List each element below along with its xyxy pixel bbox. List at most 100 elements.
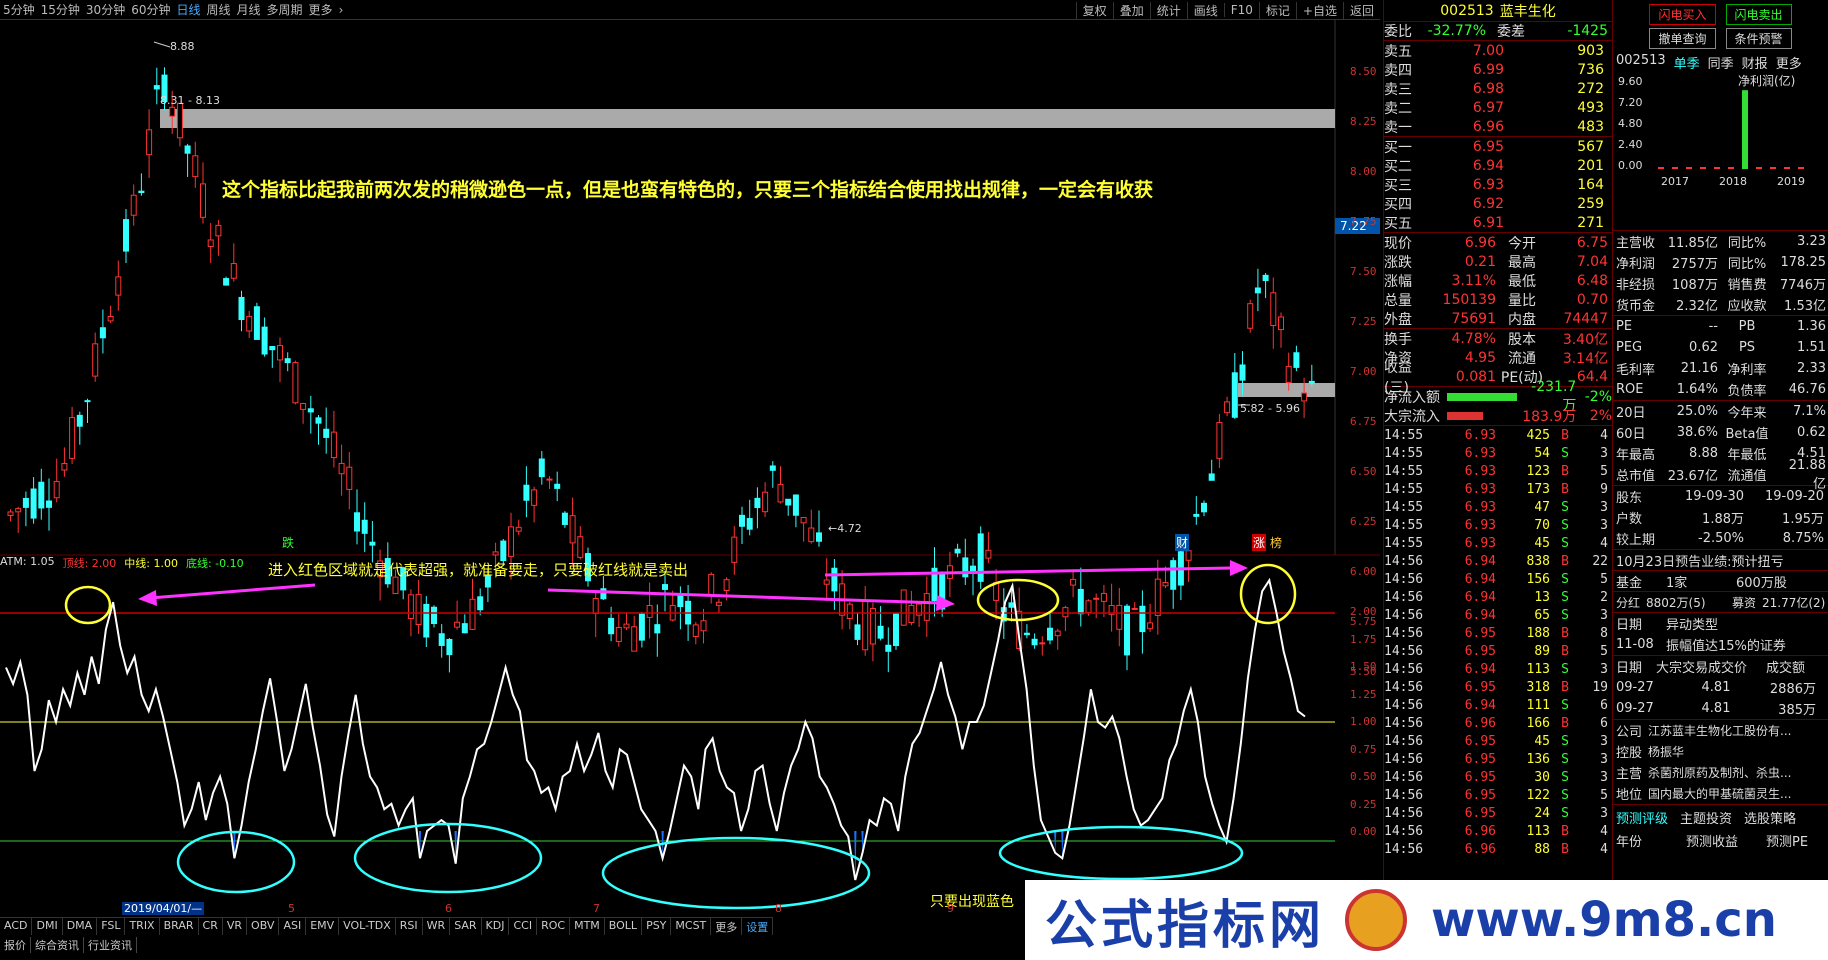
book-row[interactable]: 卖三 6.98 272 [1384, 79, 1612, 98]
month-6: 6 [445, 902, 452, 915]
candle-body [361, 519, 368, 534]
book-row[interactable]: 买三 6.93 164 [1384, 175, 1612, 194]
candle-body [715, 601, 722, 606]
indicator-tab[interactable]: RSI [396, 918, 423, 935]
book-row[interactable]: 买二 6.94 201 [1384, 156, 1612, 175]
candle-body [354, 512, 360, 532]
indicator-tab[interactable]: CR [199, 918, 223, 935]
fin-tab-report[interactable]: 财报 [1742, 53, 1768, 72]
tick-vol: 30 [1534, 769, 1550, 785]
tick-time: 14:55 [1384, 517, 1424, 533]
candle-body [1224, 401, 1231, 414]
tab-forecast[interactable]: 预测评级 [1616, 808, 1668, 827]
flash-buy-button[interactable]: 闪电买入 [1649, 4, 1716, 25]
indicator-tab[interactable]: DMA [63, 918, 98, 935]
overlay-button[interactable]: 叠加 [1112, 1, 1150, 19]
tick-list[interactable]: 14:55 6.93 425 B 4 14:55 6.93 54 S 3 14:55 6.93 123 B… [1384, 426, 1612, 858]
indicator-tab[interactable]: EMV [306, 918, 340, 935]
mark-button[interactable]: 标记 [1258, 1, 1296, 19]
candle-body [654, 624, 661, 634]
kline-chart[interactable] [0, 20, 1380, 920]
indicator-tab[interactable]: ROC [537, 918, 571, 935]
tf-60m[interactable]: 60分钟 [128, 1, 173, 18]
candle-body [30, 488, 37, 519]
tick-time: 14:56 [1384, 625, 1424, 641]
indicator-tab[interactable]: BRAR [160, 918, 199, 935]
stat-row: 现价 6.96 今开 6.75 [1384, 233, 1612, 252]
tick-row: 14:56 6.96 88 B 4 [1384, 840, 1612, 858]
candle-body [546, 478, 553, 481]
indicator-tab[interactable]: ACD [0, 918, 33, 935]
book-row[interactable]: 买一 6.95 567 [1384, 137, 1612, 156]
tf-5m[interactable]: 5分钟 [0, 1, 38, 18]
tf-15m[interactable]: 15分钟 [38, 1, 83, 18]
indicator-tick: 1.75 [1350, 632, 1377, 646]
tf-30m[interactable]: 30分钟 [83, 1, 128, 18]
indicator-tab[interactable]: SAR [450, 918, 482, 935]
fin-tab-more[interactable]: 更多 [1776, 53, 1802, 72]
tab-news[interactable]: 综合资讯 [31, 937, 84, 953]
tf-more[interactable]: 更多 [306, 1, 336, 18]
stats-button[interactable]: 统计 [1149, 1, 1187, 19]
tf-week[interactable]: 周线 [204, 1, 234, 18]
indicator-tab[interactable]: VR [223, 918, 248, 935]
draw-button[interactable]: 画线 [1186, 1, 1224, 19]
fin-value: 11.85亿 [1667, 236, 1718, 251]
indicator-tab[interactable]: TRIX [125, 918, 160, 935]
indicator-tab[interactable]: ASI [279, 918, 307, 935]
order-query-button[interactable]: 撤单查询 [1649, 28, 1716, 49]
book-row[interactable]: 卖二 6.97 493 [1384, 98, 1612, 117]
indicator-tab[interactable]: VOL-TDX [339, 918, 396, 935]
indicator-tab[interactable]: MCST [671, 918, 712, 935]
fuquan-button[interactable]: 复权 [1075, 1, 1113, 19]
tick-vol: 188 [1526, 625, 1550, 641]
block-row: 09-27 4.81 2886万 [1616, 677, 1828, 698]
tick-row: 14:55 6.93 123 B 5 [1384, 462, 1612, 480]
tf-month[interactable]: 月线 [234, 1, 264, 18]
book-row[interactable]: 买五 6.91 271 [1384, 213, 1612, 232]
indicator-tab[interactable]: OBV [247, 918, 280, 935]
fin-tab-yoy[interactable]: 同季 [1708, 53, 1734, 72]
tab-theme[interactable]: 主题投资 [1680, 808, 1732, 827]
book-row[interactable]: 买四 6.92 259 [1384, 194, 1612, 213]
book-row[interactable]: 卖四 6.99 736 [1384, 60, 1612, 79]
tick-count: 9 [1600, 481, 1608, 497]
tick-row: 14:56 6.95 318 B 19 [1384, 678, 1612, 696]
add-watchlist-button[interactable]: +自选 [1295, 1, 1343, 19]
indicator-tab[interactable]: 设置 [742, 918, 774, 935]
condition-alert-button[interactable]: 条件预警 [1725, 28, 1792, 49]
book-row[interactable]: 卖五 7.00 903 [1384, 41, 1612, 60]
fin-chart-bar [1742, 90, 1748, 169]
tick-count: 4 [1600, 427, 1608, 443]
fin-rows-1: 主营收 11.85亿 同比% 3.23 净利润 2757万 同比% 178.25 非经损 1087… [1613, 230, 1828, 315]
tf-day[interactable]: 日线 [173, 1, 203, 18]
indicator-tab[interactable]: BOLL [605, 918, 643, 935]
tick-side: B [1561, 715, 1569, 731]
indicator-tab[interactable]: PSY [642, 918, 672, 935]
tick-row: 14:56 6.95 89 B 5 [1384, 642, 1612, 660]
indicator-tab[interactable]: 更多 [711, 918, 743, 935]
tick-side: B [1561, 679, 1569, 695]
fin-tab-single[interactable]: 单季 [1674, 53, 1700, 72]
notice-row[interactable]: 10月23日预告业绩:预计扭亏 [1613, 549, 1828, 570]
indicator-tab[interactable]: KDJ [482, 918, 510, 935]
indicator-tab[interactable]: CCI [509, 918, 538, 935]
tab-industry[interactable]: 行业资讯 [84, 937, 137, 953]
candle-body [1170, 560, 1177, 590]
flash-sell-button[interactable]: 闪电卖出 [1725, 4, 1792, 25]
indicator-tab[interactable]: WR [423, 918, 451, 935]
book-row[interactable]: 卖一 6.96 483 [1384, 117, 1612, 136]
company-row: 地位 国内最大的甲基硫菌灵生... [1616, 783, 1828, 804]
back-button[interactable]: 返回 [1342, 1, 1380, 19]
tab-strategy[interactable]: 选股策略 [1744, 808, 1796, 827]
tab-quote[interactable]: 报价 [0, 937, 31, 953]
book-price: 6.99 [1472, 61, 1504, 78]
f10-button[interactable]: F10 [1223, 3, 1259, 17]
chevron-right-icon[interactable]: › [336, 3, 347, 17]
indicator-tab[interactable]: MTM [570, 918, 605, 935]
tf-multi[interactable]: 多周期 [264, 1, 306, 18]
fin-row: 户数 1.88万 1.95万 [1613, 507, 1828, 528]
candle-body [446, 638, 453, 656]
indicator-tab[interactable]: FSL [97, 918, 126, 935]
indicator-tab[interactable]: DMI [32, 918, 63, 935]
